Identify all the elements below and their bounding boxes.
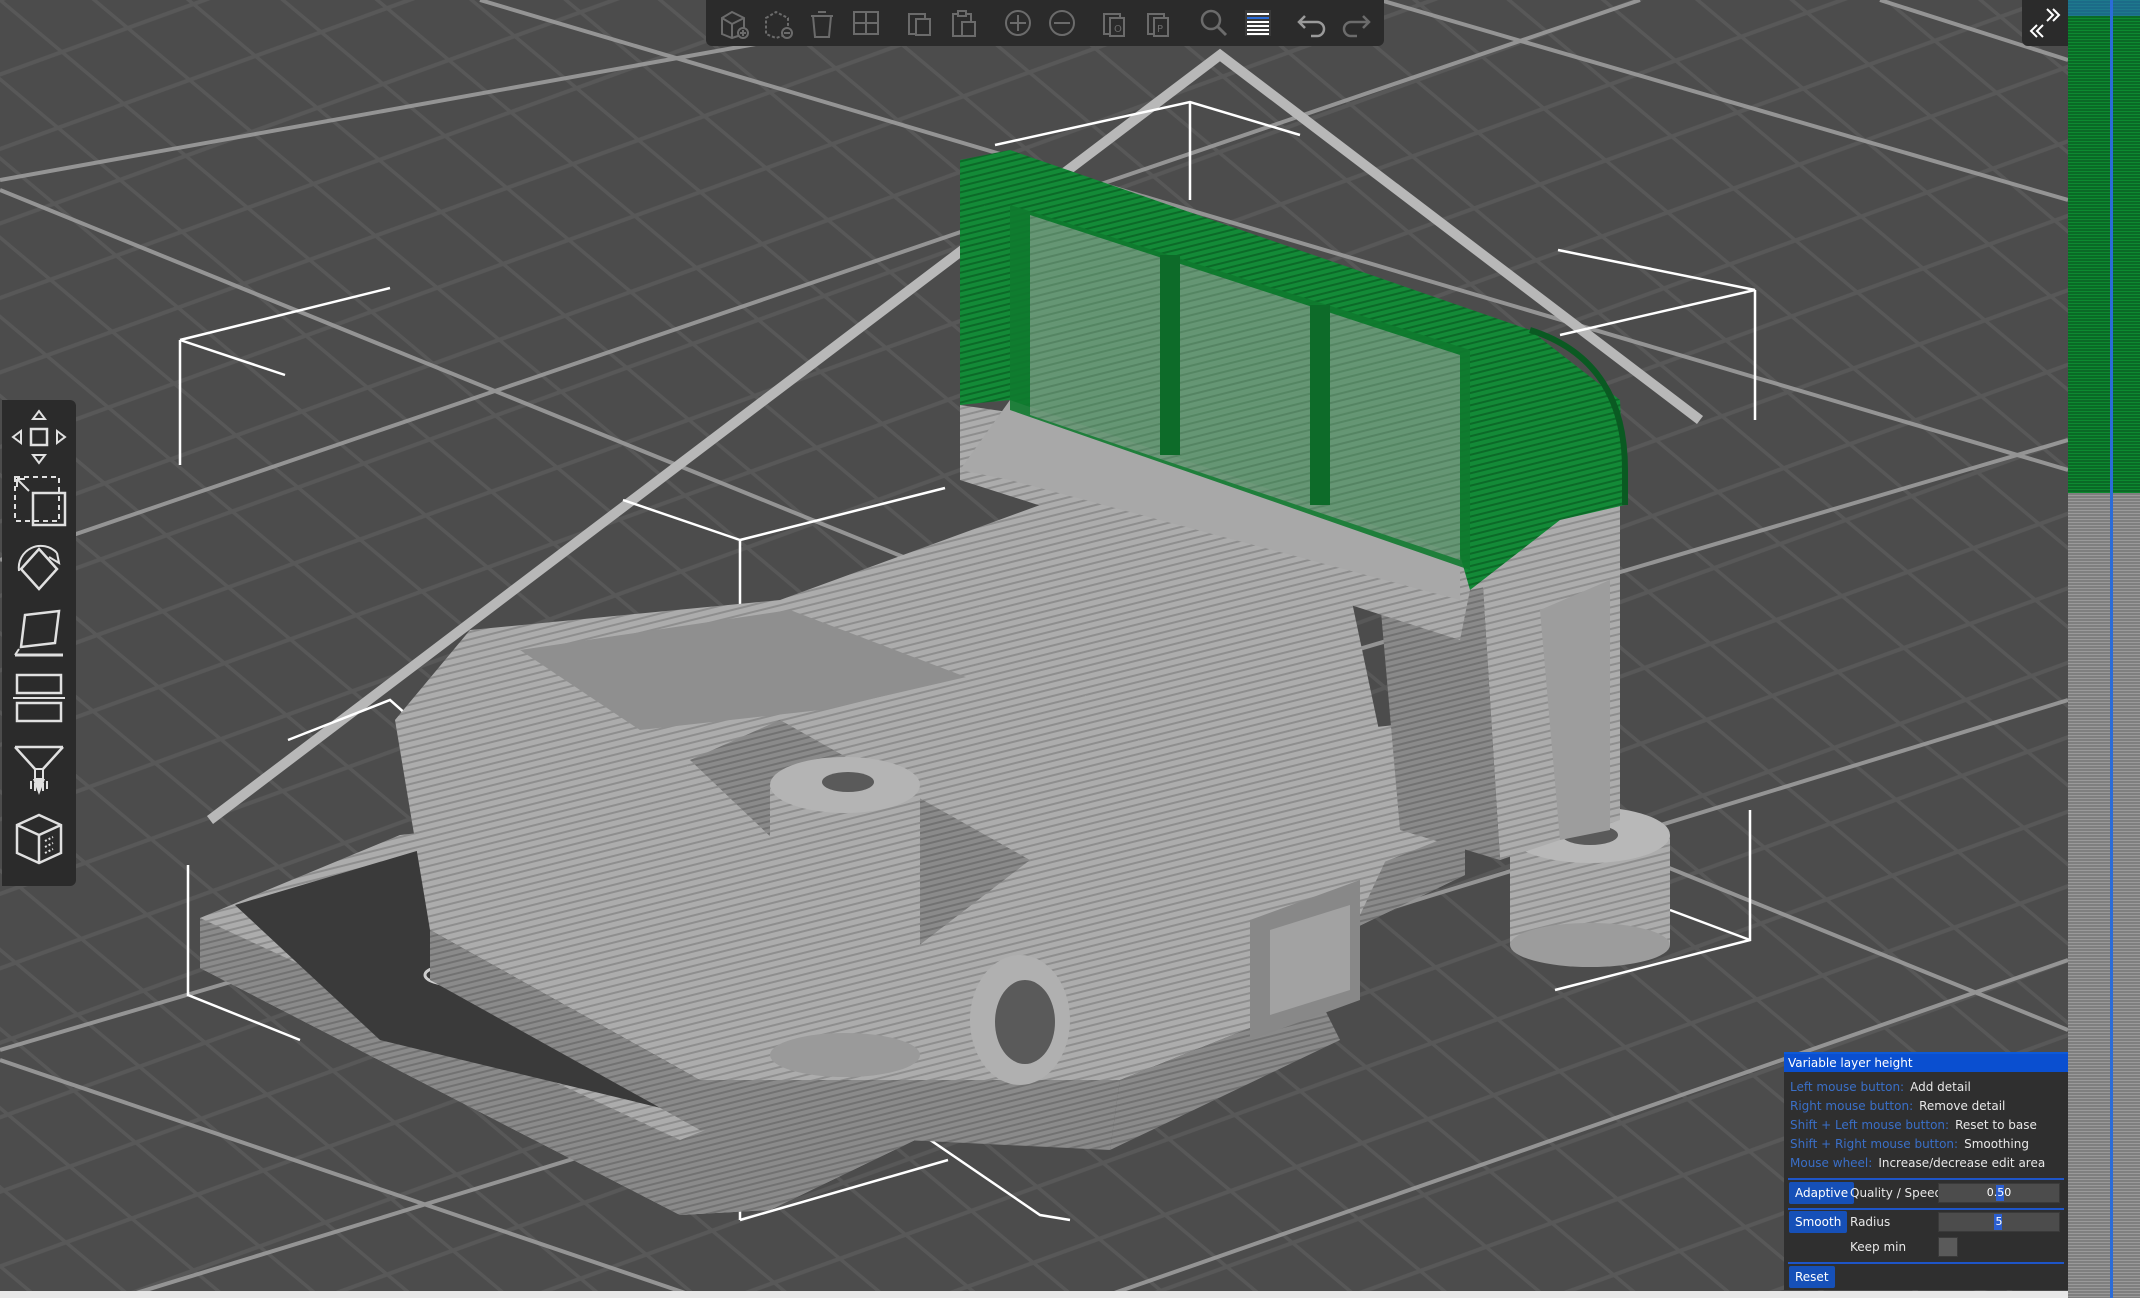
radius-label: Radius <box>1850 1215 1891 1229</box>
panel-separator <box>1788 1178 2064 1180</box>
search-icon[interactable] <box>1194 3 1234 43</box>
layer-height-slider[interactable] <box>2068 0 2140 1298</box>
hint-row: Shift + Left mouse button: Reset to base <box>1790 1118 2037 1132</box>
quality-speed-slider[interactable]: 0.50 <box>1938 1183 2060 1203</box>
add-icon[interactable] <box>714 3 754 43</box>
quality-speed-value: 0.50 <box>1986 1186 2012 1199</box>
hint-row: Right mouse button: Remove detail <box>1790 1099 2006 1113</box>
scale-icon[interactable] <box>8 472 70 530</box>
collapse-sidebar-icon[interactable] <box>2022 0 2068 46</box>
panel-title: Variable layer height <box>1784 1054 2068 1072</box>
split-objects-icon[interactable]: O <box>1096 3 1136 43</box>
3d-viewport[interactable] <box>0 0 2068 1298</box>
remove-instance-icon[interactable] <box>1042 3 1082 43</box>
variable-layer-height-panel: Variable layer height Left mouse button:… <box>1784 1052 2068 1290</box>
bottom-status-strip <box>0 1291 2068 1298</box>
redo-icon[interactable] <box>1336 3 1376 43</box>
top-toolbar: O P <box>706 0 1384 46</box>
panel-separator <box>1788 1208 2064 1210</box>
build-plate-scene <box>0 0 2068 1298</box>
add-instance-icon[interactable] <box>998 3 1038 43</box>
place-on-face-icon[interactable] <box>8 604 70 662</box>
reset-button[interactable]: Reset <box>1789 1266 1835 1288</box>
cut-icon[interactable] <box>8 668 70 726</box>
move-icon[interactable] <box>8 408 70 466</box>
arrange-icon[interactable] <box>846 3 886 43</box>
keep-min-checkbox[interactable] <box>1938 1237 1958 1257</box>
delete-icon[interactable] <box>758 3 798 43</box>
layer-slider-highlighted-range <box>2068 0 2140 494</box>
hint-row: Shift + Right mouse button: Smoothing <box>1790 1137 2029 1151</box>
svg-text:O: O <box>1114 24 1122 35</box>
layer-slider-line <box>2110 0 2113 1298</box>
radius-value: 5 <box>1995 1215 2003 1228</box>
hint-row: Left mouse button: Add detail <box>1790 1080 1971 1094</box>
quality-speed-label: Quality / Speed <box>1850 1186 1943 1200</box>
split-parts-icon[interactable]: P <box>1140 3 1180 43</box>
copy-icon[interactable] <box>900 3 940 43</box>
paint-supports-icon[interactable] <box>8 740 70 798</box>
layers-editing-icon[interactable] <box>1238 3 1278 43</box>
hint-row: Mouse wheel: Increase/decrease edit area <box>1790 1156 2046 1170</box>
left-gizmo-toolbar <box>2 400 76 886</box>
delete-all-icon[interactable] <box>802 3 842 43</box>
radius-slider[interactable]: 5 <box>1938 1212 2060 1232</box>
layer-slider-upper-thumb[interactable] <box>2068 0 2140 16</box>
seam-painting-icon[interactable] <box>8 810 70 868</box>
model-post <box>770 785 920 1055</box>
svg-text:P: P <box>1157 24 1163 35</box>
adaptive-button[interactable]: Adaptive <box>1789 1182 1855 1204</box>
undo-icon[interactable] <box>1292 3 1332 43</box>
smooth-button[interactable]: Smooth <box>1789 1211 1848 1233</box>
keep-min-label: Keep min <box>1850 1240 1907 1254</box>
panel-separator <box>1788 1262 2064 1264</box>
rotate-icon[interactable] <box>8 540 70 598</box>
paste-icon[interactable] <box>944 3 984 43</box>
